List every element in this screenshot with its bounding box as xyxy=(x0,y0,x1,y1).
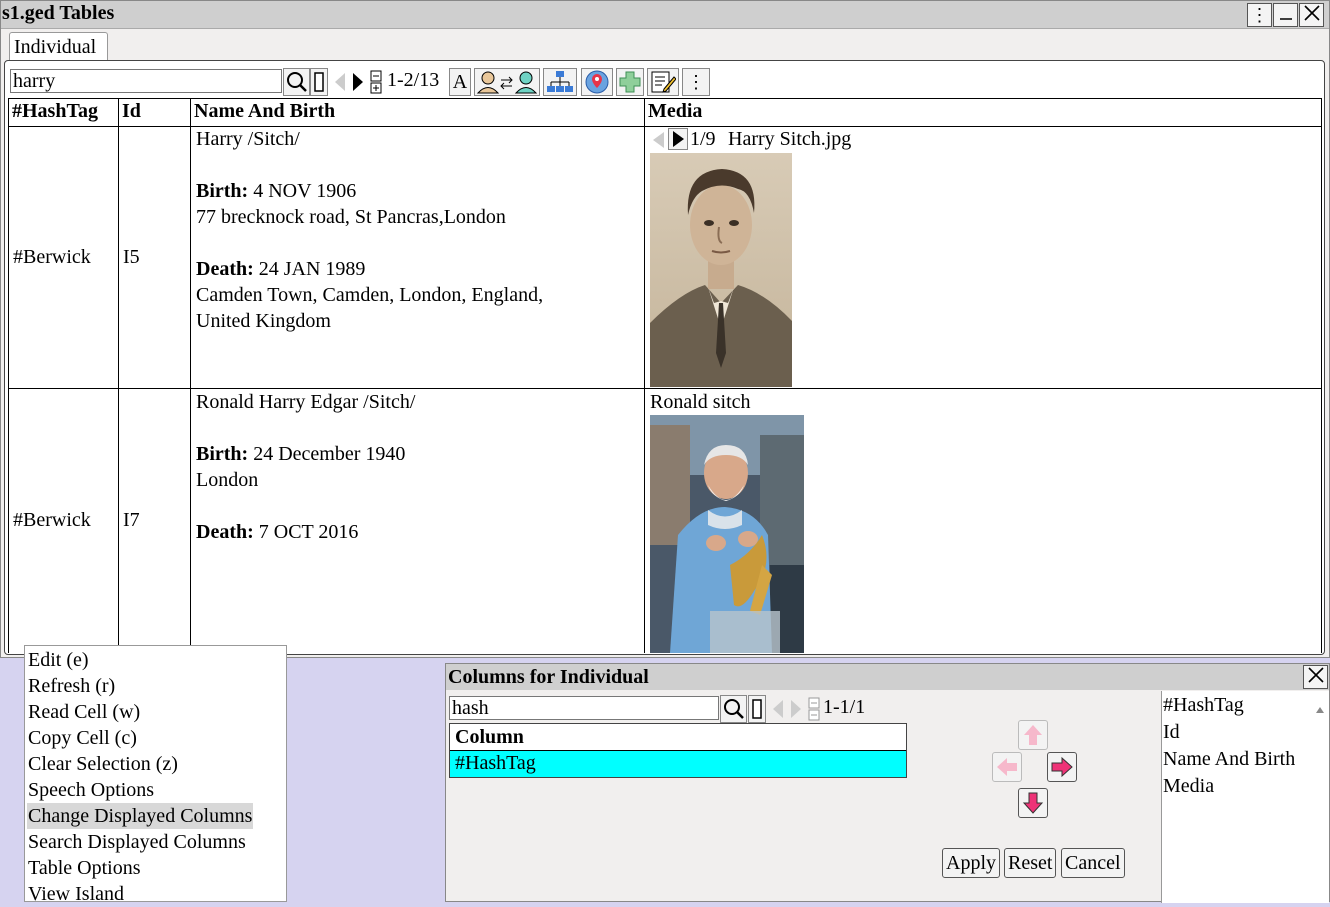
context-menu: Edit (e) Refresh (r) Read Cell (w) Copy … xyxy=(24,645,287,905)
prev-page-icon[interactable] xyxy=(331,68,349,96)
edit-notes-icon[interactable] xyxy=(647,68,679,96)
row1-birth: Birth: 4 NOV 1906 xyxy=(196,178,356,204)
clear-search-icon[interactable] xyxy=(310,68,328,96)
list-item[interactable]: #HashTag xyxy=(1163,692,1244,719)
clear-search-icon[interactable] xyxy=(748,695,766,723)
death-date: 7 OCT 2016 xyxy=(258,521,359,543)
list-item[interactable]: Id xyxy=(1163,719,1180,746)
page-size-stepper-icon[interactable] xyxy=(807,695,821,723)
title-bar[interactable]: s1.ged Tables ⋮ xyxy=(1,1,1329,29)
menu-table-options[interactable]: Table Options xyxy=(27,855,141,881)
displayed-columns-list: #HashTag Id Name And Birth Media xyxy=(1161,691,1329,903)
column-count: 1-1/1 xyxy=(823,696,866,718)
search-input[interactable] xyxy=(10,69,282,93)
row1-death-place-1: Camden Town, Camden, London, England, xyxy=(196,284,544,306)
menu-refresh[interactable]: Refresh (r) xyxy=(27,673,116,699)
columns-dialog: Columns for Individual 1-1/1 Column #Has… xyxy=(445,663,1330,903)
birth-date: 24 December 1940 xyxy=(253,443,406,465)
column-table-row[interactable]: #HashTag xyxy=(450,751,906,777)
menu-view-island[interactable]: View Island xyxy=(27,881,125,907)
header-hashtag[interactable]: #HashTag xyxy=(9,98,118,126)
cancel-button[interactable]: Cancel xyxy=(1061,848,1125,878)
column-search-input[interactable] xyxy=(449,696,719,720)
death-date: 24 JAN 1989 xyxy=(258,258,366,280)
reset-button[interactable]: Reset xyxy=(1004,848,1057,878)
search-icon[interactable] xyxy=(283,68,310,96)
column-table-header: Column xyxy=(450,724,906,751)
move-down-icon[interactable] xyxy=(1018,788,1048,818)
menu-copy-cell[interactable]: Copy Cell (c) xyxy=(27,725,138,751)
row1-death: Death: 24 JAN 1989 xyxy=(196,256,365,282)
more-options-icon[interactable]: ⋮ xyxy=(1247,3,1272,27)
birth-date: 4 NOV 1906 xyxy=(253,180,357,202)
search-icon[interactable] xyxy=(720,695,747,723)
header-id[interactable]: Id xyxy=(119,98,190,126)
move-up-icon[interactable] xyxy=(1018,720,1048,750)
media-counter: 1/9 xyxy=(690,128,716,150)
menu-change-displayed-columns[interactable]: Change Displayed Columns xyxy=(27,803,254,829)
menu-edit[interactable]: Edit (e) xyxy=(27,647,90,673)
menu-read-cell[interactable]: Read Cell (w) xyxy=(27,699,141,725)
row1-id[interactable]: I5 xyxy=(123,244,140,270)
more-options-icon[interactable]: ⋮ xyxy=(682,68,710,96)
menu-speech-options[interactable]: Speech Options xyxy=(27,777,155,803)
row1-hashtag[interactable]: #Berwick xyxy=(13,244,91,270)
birth-label: Birth: xyxy=(196,443,249,465)
birth-label: Birth: xyxy=(196,180,249,202)
dialog-title[interactable]: Columns for Individual xyxy=(446,664,1329,690)
page-size-stepper-icon[interactable] xyxy=(369,68,383,96)
font-size-button[interactable]: A xyxy=(449,68,471,96)
row2-name[interactable]: Ronald Harry Edgar /Sitch/ xyxy=(196,389,415,415)
next-page-icon[interactable] xyxy=(349,68,367,96)
menu-search-displayed-columns[interactable]: Search Displayed Columns xyxy=(27,829,247,855)
column-search-table: Column #HashTag xyxy=(449,723,907,778)
header-name-and-birth[interactable]: Name And Birth xyxy=(191,98,644,126)
tables-window: s1.ged Tables ⋮ Individual 1-2/13 A xyxy=(0,0,1330,658)
row2-death: Death: 7 OCT 2016 xyxy=(196,519,358,545)
tab-individual[interactable]: Individual xyxy=(9,32,108,61)
row2-hashtag[interactable]: #Berwick xyxy=(13,507,91,533)
row1-birth-place: 77 brecknock road, St Pancras,London xyxy=(196,206,506,228)
row2-id[interactable]: I7 xyxy=(123,507,140,533)
list-item[interactable]: Name And Birth xyxy=(1163,746,1295,773)
media-prev-icon[interactable] xyxy=(650,129,668,151)
scroll-up-icon[interactable] xyxy=(1315,697,1325,720)
row2-media-title: Ronald sitch xyxy=(650,391,751,413)
list-item[interactable]: Media xyxy=(1163,773,1214,800)
window-title: s1.ged Tables xyxy=(2,2,115,24)
add-icon[interactable] xyxy=(616,68,644,96)
menu-clear-selection[interactable]: Clear Selection (z) xyxy=(27,751,179,777)
photo-ronald[interactable] xyxy=(650,415,804,653)
tree-chart-icon[interactable] xyxy=(543,68,577,96)
media-title: Harry Sitch.jpg xyxy=(728,128,852,150)
map-pin-icon[interactable] xyxy=(581,68,613,96)
swap-persons-icon[interactable] xyxy=(474,68,540,96)
move-left-icon[interactable] xyxy=(992,752,1022,782)
data-table: #HashTag Id Name And Birth Media #Berwic… xyxy=(8,98,1322,653)
close-icon[interactable] xyxy=(1303,665,1328,689)
header-media[interactable]: Media xyxy=(645,98,1321,126)
media-next-icon[interactable] xyxy=(668,128,688,150)
close-icon[interactable] xyxy=(1299,3,1324,27)
apply-button[interactable]: Apply xyxy=(942,848,1000,878)
death-label: Death: xyxy=(196,521,254,543)
move-right-icon[interactable] xyxy=(1047,752,1077,782)
row1-name[interactable]: Harry /Sitch/ xyxy=(196,126,300,152)
death-label: Death: xyxy=(196,258,254,280)
portrait-photo-harry[interactable] xyxy=(650,153,792,387)
row2-birth-place: London xyxy=(196,469,259,491)
minimize-icon[interactable] xyxy=(1273,3,1298,27)
result-count: 1-2/13 xyxy=(387,69,440,91)
row2-birth: Birth: 24 December 1940 xyxy=(196,441,405,467)
prev-page-icon[interactable] xyxy=(769,695,787,723)
table-panel: 1-2/13 A ⋮ xyxy=(4,60,1325,655)
next-page-icon[interactable] xyxy=(787,695,805,723)
row1-death-place-2: United Kingdom xyxy=(196,310,331,332)
